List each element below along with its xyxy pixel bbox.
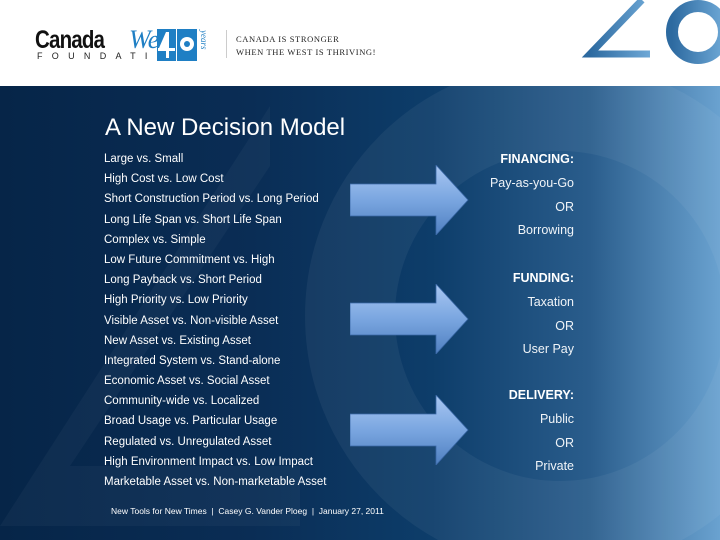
arrow-right-icon bbox=[350, 165, 469, 235]
criteria-item: Visible Asset vs. Non-visible Asset bbox=[104, 314, 279, 327]
header-banner: Canada West FOUNDATION years CANADA IS S… bbox=[0, 0, 720, 92]
criteria-item: Regulated vs. Unregulated Asset bbox=[104, 435, 272, 448]
delivery-block: DELIVERY: Public OR Private bbox=[509, 387, 574, 482]
criteria-item: High Cost vs. Low Cost bbox=[104, 173, 224, 186]
criteria-item: High Priority vs. Low Priority bbox=[104, 294, 248, 307]
slide-body: A New Decision Model Large vs. Small Hig… bbox=[0, 86, 720, 540]
slide-title: A New Decision Model bbox=[105, 114, 346, 141]
category-option: OR bbox=[555, 435, 574, 450]
tagline: CANADA IS STRONGER WHEN THE WEST IS THRI… bbox=[236, 33, 376, 59]
footer-date: January 27, 2011 bbox=[318, 506, 384, 516]
criteria-item: Economic Asset vs. Social Asset bbox=[104, 375, 270, 388]
tagline-line-2: WHEN THE WEST IS THRIVING! bbox=[236, 47, 377, 57]
category-option: User Pay bbox=[522, 342, 574, 356]
criteria-item: Community-wide vs. Localized bbox=[104, 395, 260, 408]
category-option: Borrowing bbox=[517, 223, 574, 237]
footer-presentation-title: New Tools for New Times bbox=[111, 506, 207, 516]
category-heading: FINANCING: bbox=[500, 152, 574, 166]
forty-years-logo-icon bbox=[157, 29, 197, 61]
category-option: Taxation bbox=[527, 295, 574, 309]
criteria-item: Low Future Commitment vs. High bbox=[104, 253, 275, 266]
criteria-item: Long Payback vs. Short Period bbox=[104, 274, 262, 287]
category-option: OR bbox=[555, 318, 574, 333]
category-heading: FUNDING: bbox=[512, 271, 574, 285]
funding-block: FUNDING: Taxation OR User Pay bbox=[513, 270, 574, 365]
criteria-item: New Asset vs. Existing Asset bbox=[104, 334, 252, 347]
tagline-line-1: CANADA IS STRONGER bbox=[236, 34, 340, 44]
criteria-item: Large vs. Small bbox=[104, 153, 184, 165]
criteria-item: Marketable Asset vs. Non-marketable Asse… bbox=[104, 476, 327, 488]
canada-west-logo: Canada West bbox=[35, 26, 176, 55]
criteria-item: Broad Usage vs. Particular Usage bbox=[104, 415, 278, 428]
header-divider bbox=[226, 30, 227, 58]
big-forty-decoration-icon bbox=[581, 0, 720, 92]
category-heading: DELIVERY: bbox=[508, 388, 574, 402]
logo-years-text: years bbox=[199, 30, 209, 50]
criteria-item: High Environment Impact vs. Low Impact bbox=[104, 455, 313, 468]
criteria-item: Short Construction Period vs. Long Perio… bbox=[104, 193, 319, 206]
category-option: Private bbox=[535, 459, 574, 473]
criteria-item: Integrated System vs. Stand-alone bbox=[104, 354, 281, 367]
financing-block: FINANCING: Pay-as-you-Go OR Borrowing bbox=[490, 151, 574, 246]
criteria-item: Complex vs. Simple bbox=[104, 233, 206, 246]
arrow-right-icon bbox=[350, 284, 469, 354]
category-option: OR bbox=[555, 199, 574, 214]
footer-separator: | bbox=[211, 506, 214, 516]
category-option: Public bbox=[539, 412, 574, 426]
slide-footer: New Tools for New Times | Casey G. Vande… bbox=[111, 506, 384, 516]
footer-author: Casey G. Vander Ploeg bbox=[218, 506, 308, 516]
footer-separator: | bbox=[311, 506, 315, 516]
category-option: Pay-as-you-Go bbox=[489, 176, 574, 190]
arrow-right-icon bbox=[350, 395, 469, 465]
criteria-item: Long Life Span vs. Short Life Span bbox=[104, 213, 282, 226]
logo-canada-text: Canada bbox=[35, 26, 105, 54]
criteria-list: Large vs. Small High Cost vs. Low Cost S… bbox=[104, 152, 326, 495]
